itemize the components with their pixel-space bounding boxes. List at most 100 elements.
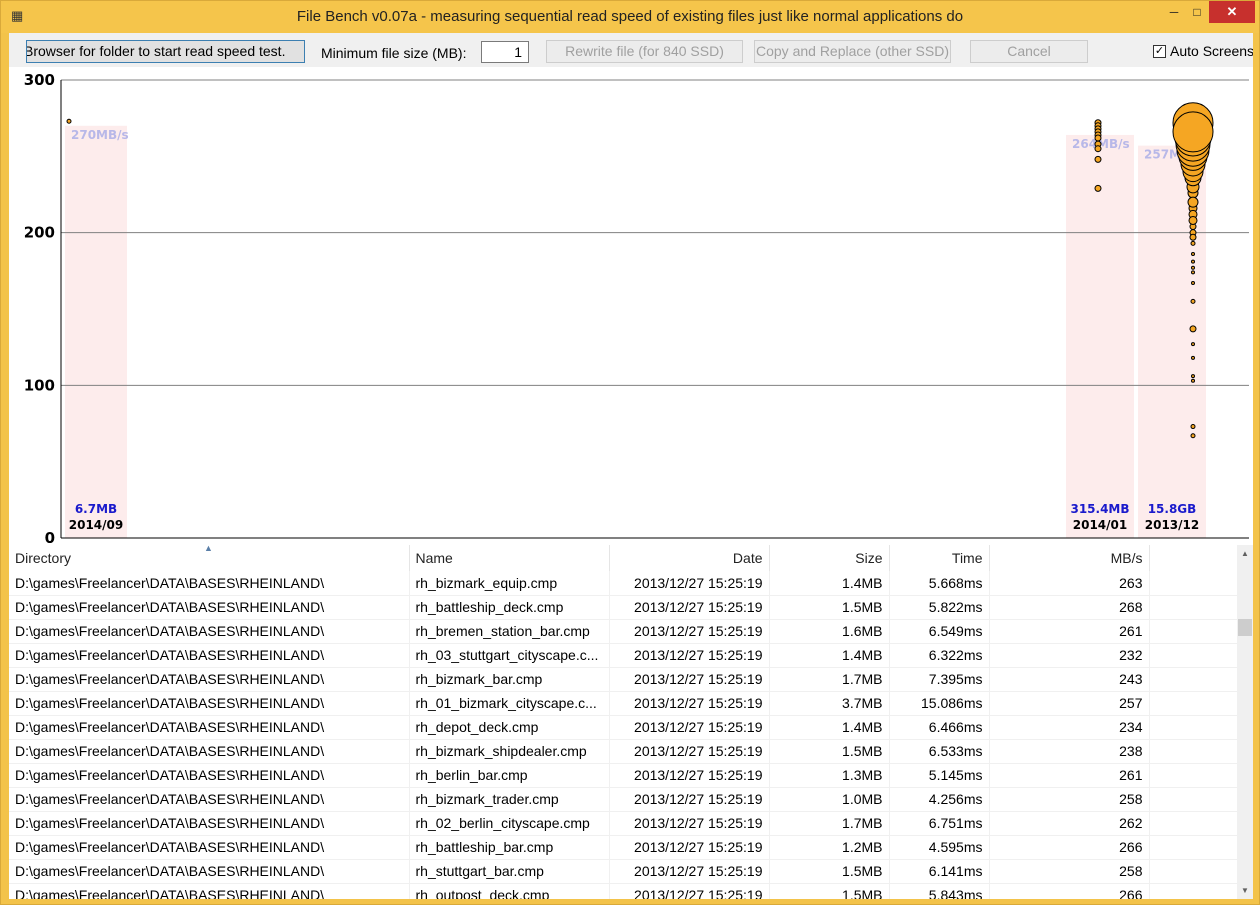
scroll-up-icon[interactable]: ▲ [1237,545,1253,562]
client-area: Browser for folder to start read speed t… [9,33,1253,899]
table-row[interactable]: D:\games\Freelancer\DATA\BASES\RHEINLAND… [9,763,1238,788]
cell-filler [1149,835,1238,860]
maximize-button[interactable]: □ [1184,1,1210,23]
cell-directory: D:\games\Freelancer\DATA\BASES\RHEINLAND… [9,787,410,812]
cell-directory: D:\games\Freelancer\DATA\BASES\RHEINLAND… [9,643,410,668]
scroll-down-icon[interactable]: ▼ [1237,882,1253,899]
cell-mbps: 238 [989,739,1150,764]
cell-directory: D:\games\Freelancer\DATA\BASES\RHEINLAND… [9,571,410,596]
cell-name: rh_bizmark_shipdealer.cmp [409,739,610,764]
column-header-date[interactable]: Date [609,545,770,571]
cell-filler [1149,571,1238,596]
date-label: 2014/09 [69,518,123,532]
cell-date: 2013/12/27 15:25:19 [609,715,770,740]
cell-size: 1.5MB [769,739,890,764]
table-header-row: ▲ Directory Name Date Size Time MB/s [9,545,1238,571]
cell-date: 2013/12/27 15:25:19 [609,859,770,884]
cell-size: 1.3MB [769,763,890,788]
speed-label: 270MB/s [71,128,129,142]
column-header-time[interactable]: Time [889,545,990,571]
cell-time: 6.533ms [889,739,990,764]
column-header-directory[interactable]: ▲ Directory [9,545,410,571]
table-row[interactable]: D:\games\Freelancer\DATA\BASES\RHEINLAND… [9,643,1238,668]
total-size-label: 15.8GB [1148,502,1197,516]
table-row[interactable]: D:\games\Freelancer\DATA\BASES\RHEINLAND… [9,595,1238,620]
rewrite-file-button[interactable]: Rewrite file (for 840 SSD) [546,40,743,63]
data-point [1187,196,1199,208]
total-size-label: 6.7MB [75,502,117,516]
cell-filler [1149,763,1238,788]
file-table: ▲ Directory Name Date Size Time MB/s D:\g… [9,545,1253,899]
data-point [1094,134,1102,142]
cell-mbps: 261 [989,763,1150,788]
cell-name: rh_bremen_station_bar.cmp [409,619,610,644]
cell-directory: D:\games\Freelancer\DATA\BASES\RHEINLAND… [9,883,410,899]
table-row[interactable]: D:\games\Freelancer\DATA\BASES\RHEINLAND… [9,715,1238,740]
cell-size: 1.4MB [769,715,890,740]
data-point [1188,215,1198,225]
cell-name: rh_outpost_deck.cmp [409,883,610,899]
cancel-button[interactable]: Cancel [970,40,1088,63]
table-row[interactable]: D:\games\Freelancer\DATA\BASES\RHEINLAND… [9,859,1238,884]
cell-directory: D:\games\Freelancer\DATA\BASES\RHEINLAND… [9,715,410,740]
table-row[interactable]: D:\games\Freelancer\DATA\BASES\RHEINLAND… [9,739,1238,764]
cell-directory: D:\games\Freelancer\DATA\BASES\RHEINLAND… [9,739,410,764]
table-row[interactable]: D:\games\Freelancer\DATA\BASES\RHEINLAND… [9,835,1238,860]
cell-name: rh_depot_deck.cmp [409,715,610,740]
cell-date: 2013/12/27 15:25:19 [609,787,770,812]
cell-date: 2013/12/27 15:25:19 [609,763,770,788]
column-header-mbps[interactable]: MB/s [989,545,1150,571]
cell-directory: D:\games\Freelancer\DATA\BASES\RHEINLAND… [9,667,410,692]
data-point [1191,342,1195,347]
table-row[interactable]: D:\games\Freelancer\DATA\BASES\RHEINLAND… [9,691,1238,716]
cell-time: 5.822ms [889,595,990,620]
copy-replace-button[interactable]: Copy and Replace (other SSD) [754,40,951,63]
vertical-scrollbar[interactable]: ▲ ▼ [1237,545,1253,899]
cell-filler [1149,787,1238,812]
column-header-size[interactable]: Size [769,545,890,571]
cell-time: 6.751ms [889,811,990,836]
cell-name: rh_battleship_deck.cmp [409,595,610,620]
data-point [1172,111,1214,153]
cell-mbps: 261 [989,619,1150,644]
cell-name: rh_bizmark_bar.cmp [409,667,610,692]
data-point [1191,252,1195,257]
total-size-label: 315.4MB [1070,502,1129,516]
browse-folder-button[interactable]: Browser for folder to start read speed t… [26,40,305,63]
data-point [1094,145,1102,153]
cell-filler [1149,667,1238,692]
min-size-input[interactable]: 1 [481,41,529,63]
cell-size: 1.2MB [769,835,890,860]
data-point [1094,184,1102,192]
cell-directory: D:\games\Freelancer\DATA\BASES\RHEINLAND… [9,835,410,860]
app-window: ▦ File Bench v0.07a - measuring sequenti… [0,0,1260,905]
table-row[interactable]: D:\games\Freelancer\DATA\BASES\RHEINLAND… [9,811,1238,836]
table-row[interactable]: D:\games\Freelancer\DATA\BASES\RHEINLAND… [9,667,1238,692]
title-bar[interactable]: ▦ File Bench v0.07a - measuring sequenti… [1,1,1259,33]
cell-mbps: 262 [989,811,1150,836]
cell-size: 1.6MB [769,619,890,644]
cell-directory: D:\games\Freelancer\DATA\BASES\RHEINLAND… [9,595,410,620]
table-row[interactable]: D:\games\Freelancer\DATA\BASES\RHEINLAND… [9,883,1238,899]
cell-name: rh_bizmark_equip.cmp [409,571,610,596]
table-row[interactable]: D:\games\Freelancer\DATA\BASES\RHEINLAND… [9,619,1238,644]
table-row[interactable]: D:\games\Freelancer\DATA\BASES\RHEINLAND… [9,787,1238,812]
close-button[interactable]: ✕ [1209,1,1255,23]
data-point [1191,281,1195,286]
cell-date: 2013/12/27 15:25:19 [609,619,770,644]
cell-name: rh_bizmark_trader.cmp [409,787,610,812]
data-point [1190,240,1196,246]
auto-screenshot-checkbox[interactable]: ✓ [1153,45,1166,58]
scroll-thumb[interactable] [1238,619,1252,636]
cell-time: 4.256ms [889,787,990,812]
cell-mbps: 266 [989,835,1150,860]
cell-time: 6.322ms [889,643,990,668]
column-header-name[interactable]: Name [409,545,610,571]
cell-time: 4.595ms [889,835,990,860]
cell-name: rh_berlin_bar.cmp [409,763,610,788]
cell-date: 2013/12/27 15:25:19 [609,643,770,668]
cell-filler [1149,811,1238,836]
speed-band [65,125,127,539]
table-row[interactable]: D:\games\Freelancer\DATA\BASES\RHEINLAND… [9,571,1238,596]
cell-date: 2013/12/27 15:25:19 [609,691,770,716]
